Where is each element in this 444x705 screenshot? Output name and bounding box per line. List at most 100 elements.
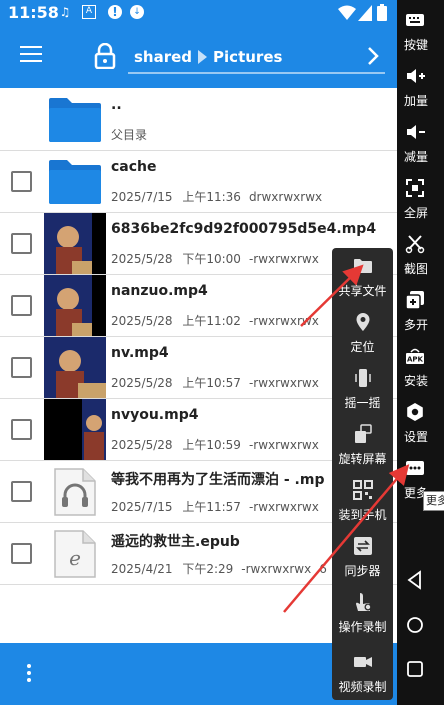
select-checkbox[interactable] xyxy=(11,419,32,440)
scissors-icon xyxy=(405,235,425,254)
sidebar-label: 减量 xyxy=(403,150,428,164)
sidebar-label: 全屏 xyxy=(403,206,428,220)
folder-icon xyxy=(49,98,101,142)
recent-apps-icon[interactable] xyxy=(403,657,427,681)
folder-icon xyxy=(49,160,101,204)
file-meta: 2025/5/28 下午10:00 -rwxrwxrwx xyxy=(111,250,319,267)
file-meta: 父目录 xyxy=(111,126,147,143)
toolbox-video-record[interactable]: 视频录制 xyxy=(332,644,393,700)
file-permissions: -rwxrwxrwx xyxy=(248,438,319,452)
video-thumbnail xyxy=(44,213,106,274)
sidebar-item-volume-up[interactable]: 加量 xyxy=(397,60,437,110)
sidebar-item-volume-down[interactable]: 减量 xyxy=(397,116,437,166)
multi-instance-icon xyxy=(405,291,424,310)
select-checkbox[interactable] xyxy=(11,481,32,502)
notification-a-icon: A xyxy=(82,5,96,19)
shake-phone-icon xyxy=(355,369,371,387)
select-checkbox[interactable] xyxy=(11,543,32,564)
lock-icon[interactable] xyxy=(94,43,116,69)
overflow-menu-icon[interactable] xyxy=(27,664,33,684)
toolbox-label: 旋转屏幕 xyxy=(338,452,387,466)
keyboard-icon xyxy=(406,14,424,26)
location-pin-icon xyxy=(356,313,370,331)
select-checkbox[interactable] xyxy=(11,171,32,192)
emulator-sidebar: 按键 加量 减量 全屏 截图 多开 APK 安装 设置 更多 xyxy=(397,0,444,705)
toolbox-label: 同步器 xyxy=(344,564,381,578)
file-name: 6836be2fc9d92f000795d5e4.mp4 xyxy=(111,221,377,237)
toolbox-label: 视频录制 xyxy=(338,680,387,694)
music-note-icon: ♫ xyxy=(59,5,71,19)
file-meta: 2025/5/28 上午10:57 -rwxrwxrwx xyxy=(111,374,319,391)
svg-text:APK: APK xyxy=(407,356,424,364)
toolbox-label: 定位 xyxy=(350,340,375,354)
breadcrumb-pictures[interactable]: Pictures xyxy=(213,48,282,66)
video-thumbnail xyxy=(44,399,106,460)
path-underline xyxy=(128,72,385,74)
sidebar-item-screenshot[interactable]: 截图 xyxy=(397,228,437,278)
select-checkbox[interactable] xyxy=(11,233,32,254)
status-bar: 11:58 ♫ A ! ↓ xyxy=(0,0,397,26)
sync-icon xyxy=(354,537,372,555)
toolbar: shared Pictures xyxy=(0,26,397,88)
list-item[interactable]: cache 2025/7/15 上午11:36 drwxrwxrwx xyxy=(0,151,397,213)
sidebar-label: 加量 xyxy=(403,94,428,108)
more-tooltip: 更多 xyxy=(423,491,444,511)
signal-icon xyxy=(358,5,372,21)
sidebar-item-keys[interactable]: 按键 xyxy=(397,4,437,54)
file-date: 父目录 xyxy=(111,128,148,142)
volume-down-icon xyxy=(407,125,425,139)
sidebar-item-multi-instance[interactable]: 多开 xyxy=(397,284,437,334)
back-icon[interactable] xyxy=(403,568,427,592)
file-meta: 2025/5/28 上午11:02 -rwxrwxrwx xyxy=(111,312,319,329)
file-permissions: -rwxrwxrwx xyxy=(248,376,319,390)
file-date: 2025/5/28 上午10:59 xyxy=(111,438,241,452)
settings-gear-icon xyxy=(407,403,423,421)
video-thumbnail xyxy=(44,337,106,398)
file-name: nanzuo.mp4 xyxy=(111,283,208,299)
file-permissions: -rwxrwxrwx xyxy=(241,562,312,576)
apk-icon: APK xyxy=(406,348,424,364)
floating-toolbox: 共享文件 定位 摇一摇 旋转屏幕 装到手机 同步器 操作录制 视频录制 xyxy=(332,248,393,700)
fullscreen-icon xyxy=(406,179,424,197)
more-icon xyxy=(406,461,424,475)
breadcrumb-shared[interactable]: shared xyxy=(134,48,192,66)
sidebar-label: 安装 xyxy=(403,374,428,388)
file-name: 等我不用再为了生活而漂泊 - .mp xyxy=(111,472,325,488)
sidebar-item-settings[interactable]: 设置 xyxy=(397,396,437,446)
file-permissions: -rwxrwxrwx xyxy=(248,252,319,266)
toolbox-location[interactable]: 定位 xyxy=(332,304,393,360)
toolbox-label: 操作录制 xyxy=(338,620,387,634)
file-permissions: drwxrwxrwx xyxy=(248,190,323,204)
epub-file-icon: e xyxy=(54,530,96,578)
folder-icon xyxy=(354,259,372,273)
toolbox-shake[interactable]: 摇一摇 xyxy=(332,360,393,416)
audio-file-icon xyxy=(54,468,96,516)
alert-icon: ! xyxy=(108,5,122,19)
toolbox-install-to-phone[interactable]: 装到手机 xyxy=(332,472,393,528)
toolbox-macro-record[interactable]: 操作录制 xyxy=(332,584,393,640)
sidebar-label: 截图 xyxy=(403,262,428,276)
sidebar-item-install[interactable]: APK 安装 xyxy=(397,340,437,390)
sidebar-label: 设置 xyxy=(403,430,428,444)
home-icon[interactable] xyxy=(403,613,427,637)
list-item-parent[interactable]: .. 父目录 xyxy=(0,89,397,151)
volume-up-icon xyxy=(407,69,425,83)
file-date: 2025/4/21 下午2:29 xyxy=(111,562,234,576)
svg-text:e: e xyxy=(69,546,81,570)
wifi-icon xyxy=(338,5,356,20)
select-checkbox[interactable] xyxy=(11,295,32,316)
toolbox-label: 摇一摇 xyxy=(344,396,381,410)
toolbox-sync[interactable]: 同步器 xyxy=(332,528,393,584)
menu-icon[interactable] xyxy=(20,46,42,66)
toolbox-rotate[interactable]: 旋转屏幕 xyxy=(332,416,393,472)
sidebar-item-fullscreen[interactable]: 全屏 xyxy=(397,172,437,222)
download-icon: ↓ xyxy=(130,5,144,19)
file-date: 2025/7/15 上午11:36 xyxy=(111,190,241,204)
file-permissions: -rwxrwxrwx xyxy=(248,500,319,514)
toolbox-shared-files[interactable]: 共享文件 xyxy=(332,248,393,304)
toolbox-label: 共享文件 xyxy=(338,284,387,298)
chevron-right-icon[interactable] xyxy=(364,44,382,68)
select-checkbox[interactable] xyxy=(11,357,32,378)
file-name: nvyou.mp4 xyxy=(111,407,199,423)
breadcrumb-separator-icon xyxy=(198,50,208,64)
